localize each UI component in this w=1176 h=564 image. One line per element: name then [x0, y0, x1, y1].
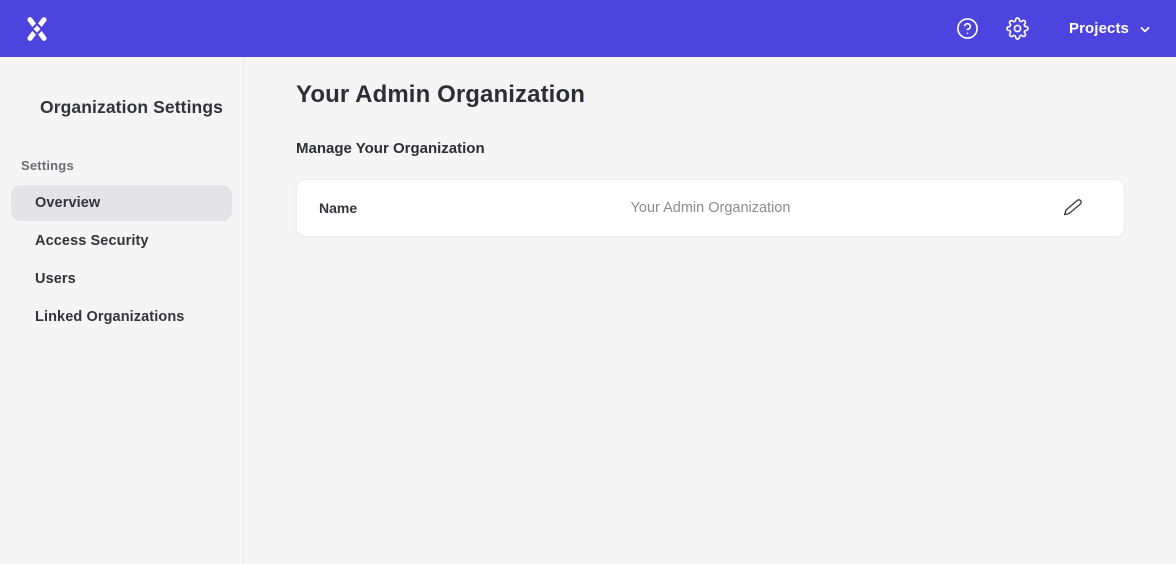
help-icon[interactable] — [955, 17, 979, 41]
x-logo-icon — [22, 14, 52, 44]
name-field-value: Your Admin Organization — [631, 200, 791, 216]
sidebar-section-label: Settings — [0, 158, 243, 173]
sidebar-item-label: Users — [35, 271, 76, 287]
page-body: Organization Settings Settings Overview … — [0, 57, 1176, 564]
pencil-icon — [1063, 198, 1083, 218]
sidebar-item-label: Overview — [35, 195, 100, 211]
chevron-down-icon — [1138, 22, 1152, 36]
sidebar-nav: Overview Access Security Users Linked Or… — [0, 185, 243, 335]
topbar-actions: Projects — [955, 17, 1152, 41]
sidebar-item-overview[interactable]: Overview — [11, 185, 232, 221]
top-navigation-bar: Projects — [0, 0, 1176, 57]
projects-dropdown[interactable]: Projects — [1069, 20, 1152, 37]
gear-icon[interactable] — [1005, 17, 1029, 41]
name-field-label: Name — [319, 200, 357, 216]
edit-name-button[interactable] — [1062, 197, 1084, 219]
section-title: Manage Your Organization — [296, 140, 1125, 157]
sidebar-item-label: Linked Organizations — [35, 309, 184, 325]
organization-name-card: Name Your Admin Organization — [296, 179, 1125, 237]
sidebar-item-users[interactable]: Users — [11, 261, 232, 297]
sidebar-item-access-security[interactable]: Access Security — [11, 223, 232, 259]
sidebar-title: Organization Settings — [0, 97, 243, 118]
main-content: Your Admin Organization Manage Your Orga… — [244, 57, 1176, 564]
page-title: Your Admin Organization — [296, 81, 1125, 109]
sidebar-item-linked-organizations[interactable]: Linked Organizations — [11, 299, 232, 335]
brand-x-logo-icon[interactable] — [22, 14, 52, 44]
sidebar-item-label: Access Security — [35, 233, 149, 249]
projects-dropdown-label: Projects — [1069, 20, 1129, 37]
settings-sidebar: Organization Settings Settings Overview … — [0, 57, 244, 564]
